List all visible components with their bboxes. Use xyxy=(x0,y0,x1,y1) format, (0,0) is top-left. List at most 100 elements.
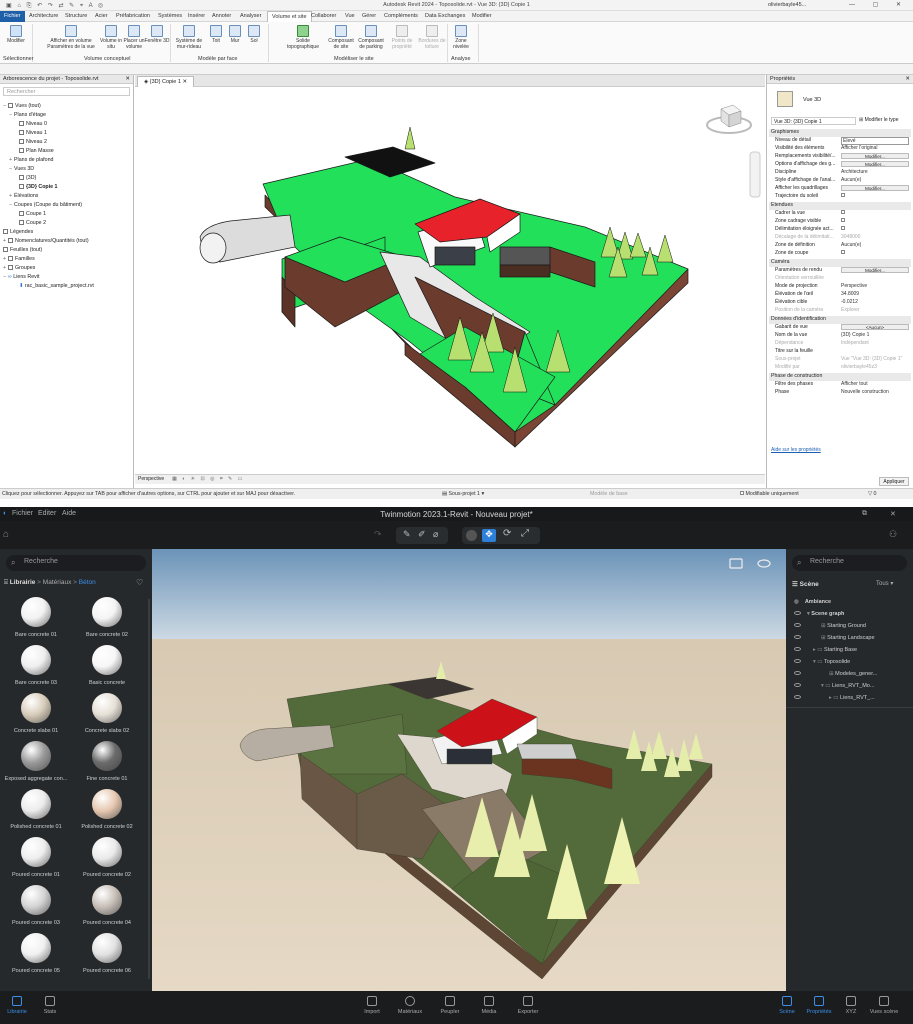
tree-revit-links[interactable]: − ∞ Liens Revit xyxy=(3,274,39,280)
prop-value[interactable]: 34.8009 xyxy=(841,291,859,297)
prop-value[interactable]: Aucun(e) xyxy=(841,242,861,248)
tab-gerer[interactable]: Gérer xyxy=(362,13,376,19)
material-tile[interactable]: Polished concrete 02 xyxy=(72,789,142,830)
tree-linked-file[interactable]: ⬇ rac_basic_sample_project.rvt xyxy=(19,283,94,289)
panel-select[interactable]: Sélectionner xyxy=(3,56,34,62)
eye-icon[interactable] xyxy=(794,611,801,615)
instance-selector[interactable]: Vue 3D: {3D} Copie 1 xyxy=(771,117,856,125)
material-tile[interactable]: Poured concrete 02 xyxy=(72,837,142,878)
apply-button[interactable]: Appliquer xyxy=(879,477,909,486)
scene-item-rvt-links-1[interactable]: ▾ ▭ Liens_RVT_Mo... xyxy=(794,683,874,689)
group-extents[interactable]: Etendues xyxy=(769,202,911,210)
library-scrollbar[interactable] xyxy=(148,599,150,979)
tree-level-1[interactable]: Niveau 1 xyxy=(19,130,47,136)
crop-view-checkbox[interactable] xyxy=(841,210,845,214)
rotate-icon[interactable]: ⟳ xyxy=(503,528,511,539)
material-tile[interactable]: Poured concrete 01 xyxy=(1,837,71,878)
group-graphics[interactable]: Graphismes xyxy=(769,129,911,137)
revit-3d-viewport[interactable] xyxy=(135,87,765,474)
tree-legends[interactable]: Légendes xyxy=(3,229,33,235)
view-controls-icons[interactable]: ▦ ◐ ☀ ⊡ ◎ ⌗ ✎ ▭ xyxy=(172,476,244,482)
graphic-display-edit-button[interactable]: Modifier... xyxy=(841,161,909,167)
graded-region-button[interactable]: Zone nivelée xyxy=(448,25,474,50)
scene-item-starting-ground[interactable]: ⊞ Starting Ground xyxy=(794,623,866,629)
scale-icon[interactable]: ⤢ xyxy=(521,528,529,539)
scene-filter-dropdown[interactable]: Tous ▾ xyxy=(876,580,893,587)
tab-annoter[interactable]: Annoter xyxy=(212,13,231,19)
navigation-bar[interactable] xyxy=(749,151,761,198)
scene-item-starting-base[interactable]: ▸ ▭ Starting Base xyxy=(794,647,857,653)
far-clip-checkbox[interactable] xyxy=(841,226,845,230)
tab-inserer[interactable]: Insérer xyxy=(188,13,205,19)
material-tile[interactable]: Poured concrete 04 xyxy=(72,885,142,926)
view-tab-3d-copy-1[interactable]: ◈ {3D} Copie 1 ✕ xyxy=(137,76,195,87)
restore-icon[interactable]: ⧉ xyxy=(862,510,867,518)
material-tile[interactable]: Bare concrete 02 xyxy=(72,597,142,638)
eye-icon[interactable] xyxy=(794,671,801,675)
group-identity[interactable]: Données d'identification xyxy=(769,316,911,324)
tab-fichier[interactable]: Fichier xyxy=(0,11,25,22)
parking-component-button[interactable]: Composant de parking xyxy=(355,25,387,50)
tree-site-plan[interactable]: Plan Masse xyxy=(19,148,54,154)
material-tile[interactable]: Poured concrete 03 xyxy=(1,885,71,926)
browser-search-input[interactable]: Rechercher xyxy=(3,87,130,96)
eye-icon[interactable] xyxy=(794,623,801,627)
tree-families[interactable]: + Familles xyxy=(3,256,35,262)
floor-button[interactable]: Sol xyxy=(243,25,265,44)
tab-analyser[interactable]: Analyser xyxy=(240,13,261,19)
home-icon[interactable]: ⌂ xyxy=(3,529,9,540)
close-icon[interactable]: ✕ xyxy=(905,76,910,82)
dock-stats[interactable]: Stats xyxy=(30,996,70,1015)
prop-value[interactable]: Nouvelle construction xyxy=(841,389,889,395)
scene-item-ambiance[interactable]: ◍ Ambiance xyxy=(794,599,831,605)
dock-media[interactable]: Média xyxy=(469,996,509,1015)
select-icon[interactable]: ✎ xyxy=(403,529,411,540)
tree-3d-views[interactable]: − Vues 3D xyxy=(9,166,34,172)
grids-edit-button[interactable]: Modifier... xyxy=(841,185,909,191)
workset-selector[interactable]: ▤ Sous-projet 1 ▾ xyxy=(442,491,484,497)
render-edit-button[interactable]: Modifier... xyxy=(841,267,909,273)
window-3d-button[interactable]: Fenêtre 3D xyxy=(144,25,170,44)
scene-item-graph[interactable]: ▾ Scene graph xyxy=(794,611,844,617)
crumb-concrete[interactable]: Béton xyxy=(79,579,96,586)
user-account[interactable]: olivierbayle45... xyxy=(768,2,806,8)
curtain-system-button[interactable]: Système de mur-rideau xyxy=(174,25,204,50)
dock-import[interactable]: Import xyxy=(352,996,392,1015)
material-tile[interactable]: Bare concrete 03 xyxy=(1,645,71,686)
tab-prefabrication[interactable]: Préfabrication xyxy=(116,13,150,19)
prop-value[interactable]: Aucun(e) xyxy=(841,177,861,183)
view-template-button[interactable]: <Aucun> xyxy=(841,324,909,330)
tree-ceiling-plans[interactable]: + Plans de plafond xyxy=(9,157,53,163)
roof-edges-button[interactable]: Bordures de toiture xyxy=(417,25,447,50)
detail-level-field[interactable]: Elevé xyxy=(841,137,909,145)
eye-icon[interactable] xyxy=(794,659,801,663)
eye-icon[interactable] xyxy=(794,647,801,651)
section-box-checkbox[interactable] xyxy=(841,250,845,254)
dock-export[interactable]: Exporter xyxy=(508,996,548,1015)
design-option-selector[interactable]: Modèle de base xyxy=(590,491,628,497)
tab-modifier[interactable]: Modifier xyxy=(472,13,492,19)
crumb-library[interactable]: Librairie xyxy=(10,579,36,586)
tab-structure[interactable]: Structure xyxy=(65,13,87,19)
prop-value[interactable]: Afficher tout xyxy=(841,381,868,387)
vg-edit-button[interactable]: Modifier... xyxy=(841,153,909,159)
tree-3d[interactable]: {3D} xyxy=(19,175,36,181)
tree-views-all[interactable]: − Vues (tout) xyxy=(3,103,41,109)
favorite-icon[interactable]: ♡ xyxy=(136,578,143,587)
eye-icon[interactable] xyxy=(794,635,801,639)
transform-tools[interactable]: ✥ ⟳ ⤢ xyxy=(462,527,540,544)
material-tile[interactable]: Concrete slabs 01 xyxy=(1,693,71,734)
scene-item-rvt-links-2[interactable]: ▸ ▭ Liens_RVT_... xyxy=(794,695,875,701)
placement-tools[interactable]: ✎ ✐ ⌀ xyxy=(396,527,448,544)
paint-icon[interactable]: ✐ xyxy=(418,529,426,540)
tree-section-2[interactable]: Coupe 2 xyxy=(19,220,46,226)
tree-sheets[interactable]: Feuilles (tout) xyxy=(3,247,42,253)
user-icon[interactable]: ⚇ xyxy=(889,529,897,540)
scene-item-toposolide[interactable]: ▾ ▭ Toposolide xyxy=(794,659,850,665)
tree-floor-plans[interactable]: − Plans d'étage xyxy=(9,112,46,118)
modify-button[interactable]: Modifier xyxy=(4,25,28,44)
close-icon[interactable]: ✕ xyxy=(125,76,130,82)
eye-icon[interactable] xyxy=(794,695,801,699)
prop-value[interactable]: Afficher l'original xyxy=(841,145,877,151)
tree-3d-copy-1[interactable]: {3D} Copie 1 xyxy=(19,184,58,190)
